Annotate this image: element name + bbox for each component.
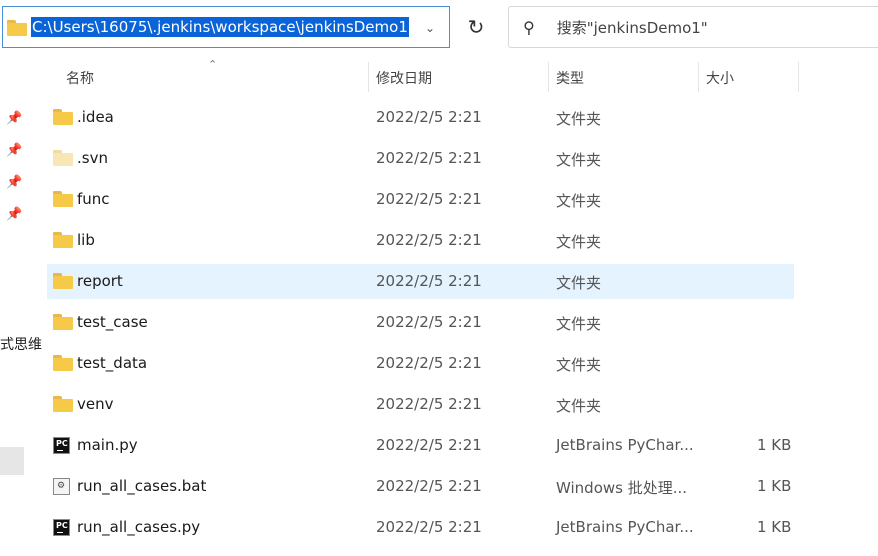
pin-icon[interactable]: 📌 (6, 111, 22, 126)
file-type: 文件夹 (556, 110, 602, 128)
file-name: run_all_cases.bat (77, 477, 207, 495)
pin-icon[interactable]: 📌 (6, 143, 22, 158)
file-date: 2022/2/5 2:21 (376, 477, 482, 495)
refresh-button[interactable]: ↻ (455, 6, 497, 48)
file-name: test_data (77, 354, 148, 372)
column-date[interactable]: 修改日期 (376, 68, 432, 88)
search-box[interactable]: ⚲ 搜索"jenkinsDemo1" (508, 6, 878, 48)
folder-icon (53, 273, 73, 289)
file-row[interactable]: PC main.py 2022/2/5 2:21 JetBrains PyChar..… (47, 428, 794, 463)
search-placeholder[interactable]: 搜索"jenkinsDemo1" (557, 17, 708, 38)
file-size: 1 KB (757, 518, 792, 536)
file-row[interactable]: lib 2022/2/5 2:21 文件夹 (47, 223, 794, 258)
file-date: 2022/2/5 2:21 (376, 313, 482, 331)
file-date: 2022/2/5 2:21 (376, 149, 482, 167)
file-type: 文件夹 (556, 233, 602, 251)
file-type: 文件夹 (556, 274, 602, 292)
column-divider[interactable] (698, 62, 699, 92)
folder-icon (7, 20, 27, 36)
file-type: 文件夹 (556, 397, 602, 415)
pin-icon[interactable]: 📌 (6, 207, 22, 222)
file-date: 2022/2/5 2:21 (376, 231, 482, 249)
column-type[interactable]: 类型 (556, 68, 584, 88)
address-path[interactable]: C:\Users\16075\.jenkins\workspace\jenkin… (31, 17, 409, 37)
file-name: lib (77, 231, 95, 249)
file-name: main.py (77, 436, 138, 454)
column-divider[interactable] (368, 62, 369, 92)
sidebar-item-label[interactable]: 式思维 (0, 334, 42, 354)
file-date: 2022/2/5 2:21 (376, 108, 482, 126)
file-row[interactable]: report 2022/2/5 2:21 文件夹 (47, 264, 794, 299)
file-size: 1 KB (757, 477, 792, 495)
folder-icon (53, 396, 73, 412)
file-row[interactable]: PC run_all_cases.py 2022/2/5 2:21 JetBrains… (47, 510, 794, 545)
file-size: 1 KB (757, 436, 792, 454)
pycharm-file-icon: PC (53, 519, 73, 536)
column-divider[interactable] (548, 62, 549, 92)
file-date: 2022/2/5 2:21 (376, 395, 482, 413)
sidebar-item-selected[interactable] (0, 447, 24, 475)
search-icon: ⚲ (523, 17, 535, 37)
file-name: .svn (77, 149, 108, 167)
pin-icon[interactable]: 📌 (6, 175, 22, 190)
file-row[interactable]: .idea 2022/2/5 2:21 文件夹 (47, 100, 794, 135)
file-row[interactable]: .svn 2022/2/5 2:21 文件夹 (47, 141, 794, 176)
refresh-icon: ↻ (467, 15, 485, 39)
file-name: run_all_cases.py (77, 518, 201, 536)
file-name: report (77, 272, 123, 290)
folder-icon (53, 232, 73, 248)
file-type: JetBrains PyChar... (556, 518, 694, 536)
folder-icon (53, 314, 73, 330)
file-type: 文件夹 (556, 151, 602, 169)
file-row[interactable]: test_data 2022/2/5 2:21 文件夹 (47, 346, 794, 381)
file-name: test_case (77, 313, 148, 331)
file-row[interactable]: test_case 2022/2/5 2:21 文件夹 (47, 305, 794, 340)
file-row[interactable]: ⚙ run_all_cases.bat 2022/2/5 2:21 Windows 批… (47, 469, 794, 504)
file-date: 2022/2/5 2:21 (376, 518, 482, 536)
column-divider[interactable] (798, 62, 799, 92)
pycharm-file-icon: PC (53, 437, 73, 454)
folder-icon (53, 355, 73, 371)
file-row[interactable]: venv 2022/2/5 2:21 文件夹 (47, 387, 794, 422)
column-header: 名称 修改日期 类型 大小 (0, 62, 878, 92)
file-type: 文件夹 (556, 192, 602, 210)
file-date: 2022/2/5 2:21 (376, 190, 482, 208)
file-type: 文件夹 (556, 315, 602, 333)
file-date: 2022/2/5 2:21 (376, 354, 482, 372)
file-row[interactable]: func 2022/2/5 2:21 文件夹 (47, 182, 794, 217)
file-type: JetBrains PyChar... (556, 436, 694, 454)
file-type: 文件夹 (556, 356, 602, 374)
file-date: 2022/2/5 2:21 (376, 272, 482, 290)
file-name: venv (77, 395, 114, 413)
file-name: func (77, 190, 110, 208)
folder-icon (53, 109, 73, 125)
column-size[interactable]: 大小 (706, 68, 734, 88)
file-date: 2022/2/5 2:21 (376, 436, 482, 454)
address-bar[interactable]: C:\Users\16075\.jenkins\workspace\jenkin… (2, 6, 450, 48)
chevron-down-icon[interactable]: ⌄ (425, 21, 435, 35)
hidden-folder-icon (53, 150, 73, 166)
batch-file-icon: ⚙ (53, 478, 73, 495)
file-type: Windows 批处理... (556, 479, 688, 497)
file-name: .idea (77, 108, 114, 126)
column-name[interactable]: 名称 (66, 68, 94, 88)
folder-icon (53, 191, 73, 207)
